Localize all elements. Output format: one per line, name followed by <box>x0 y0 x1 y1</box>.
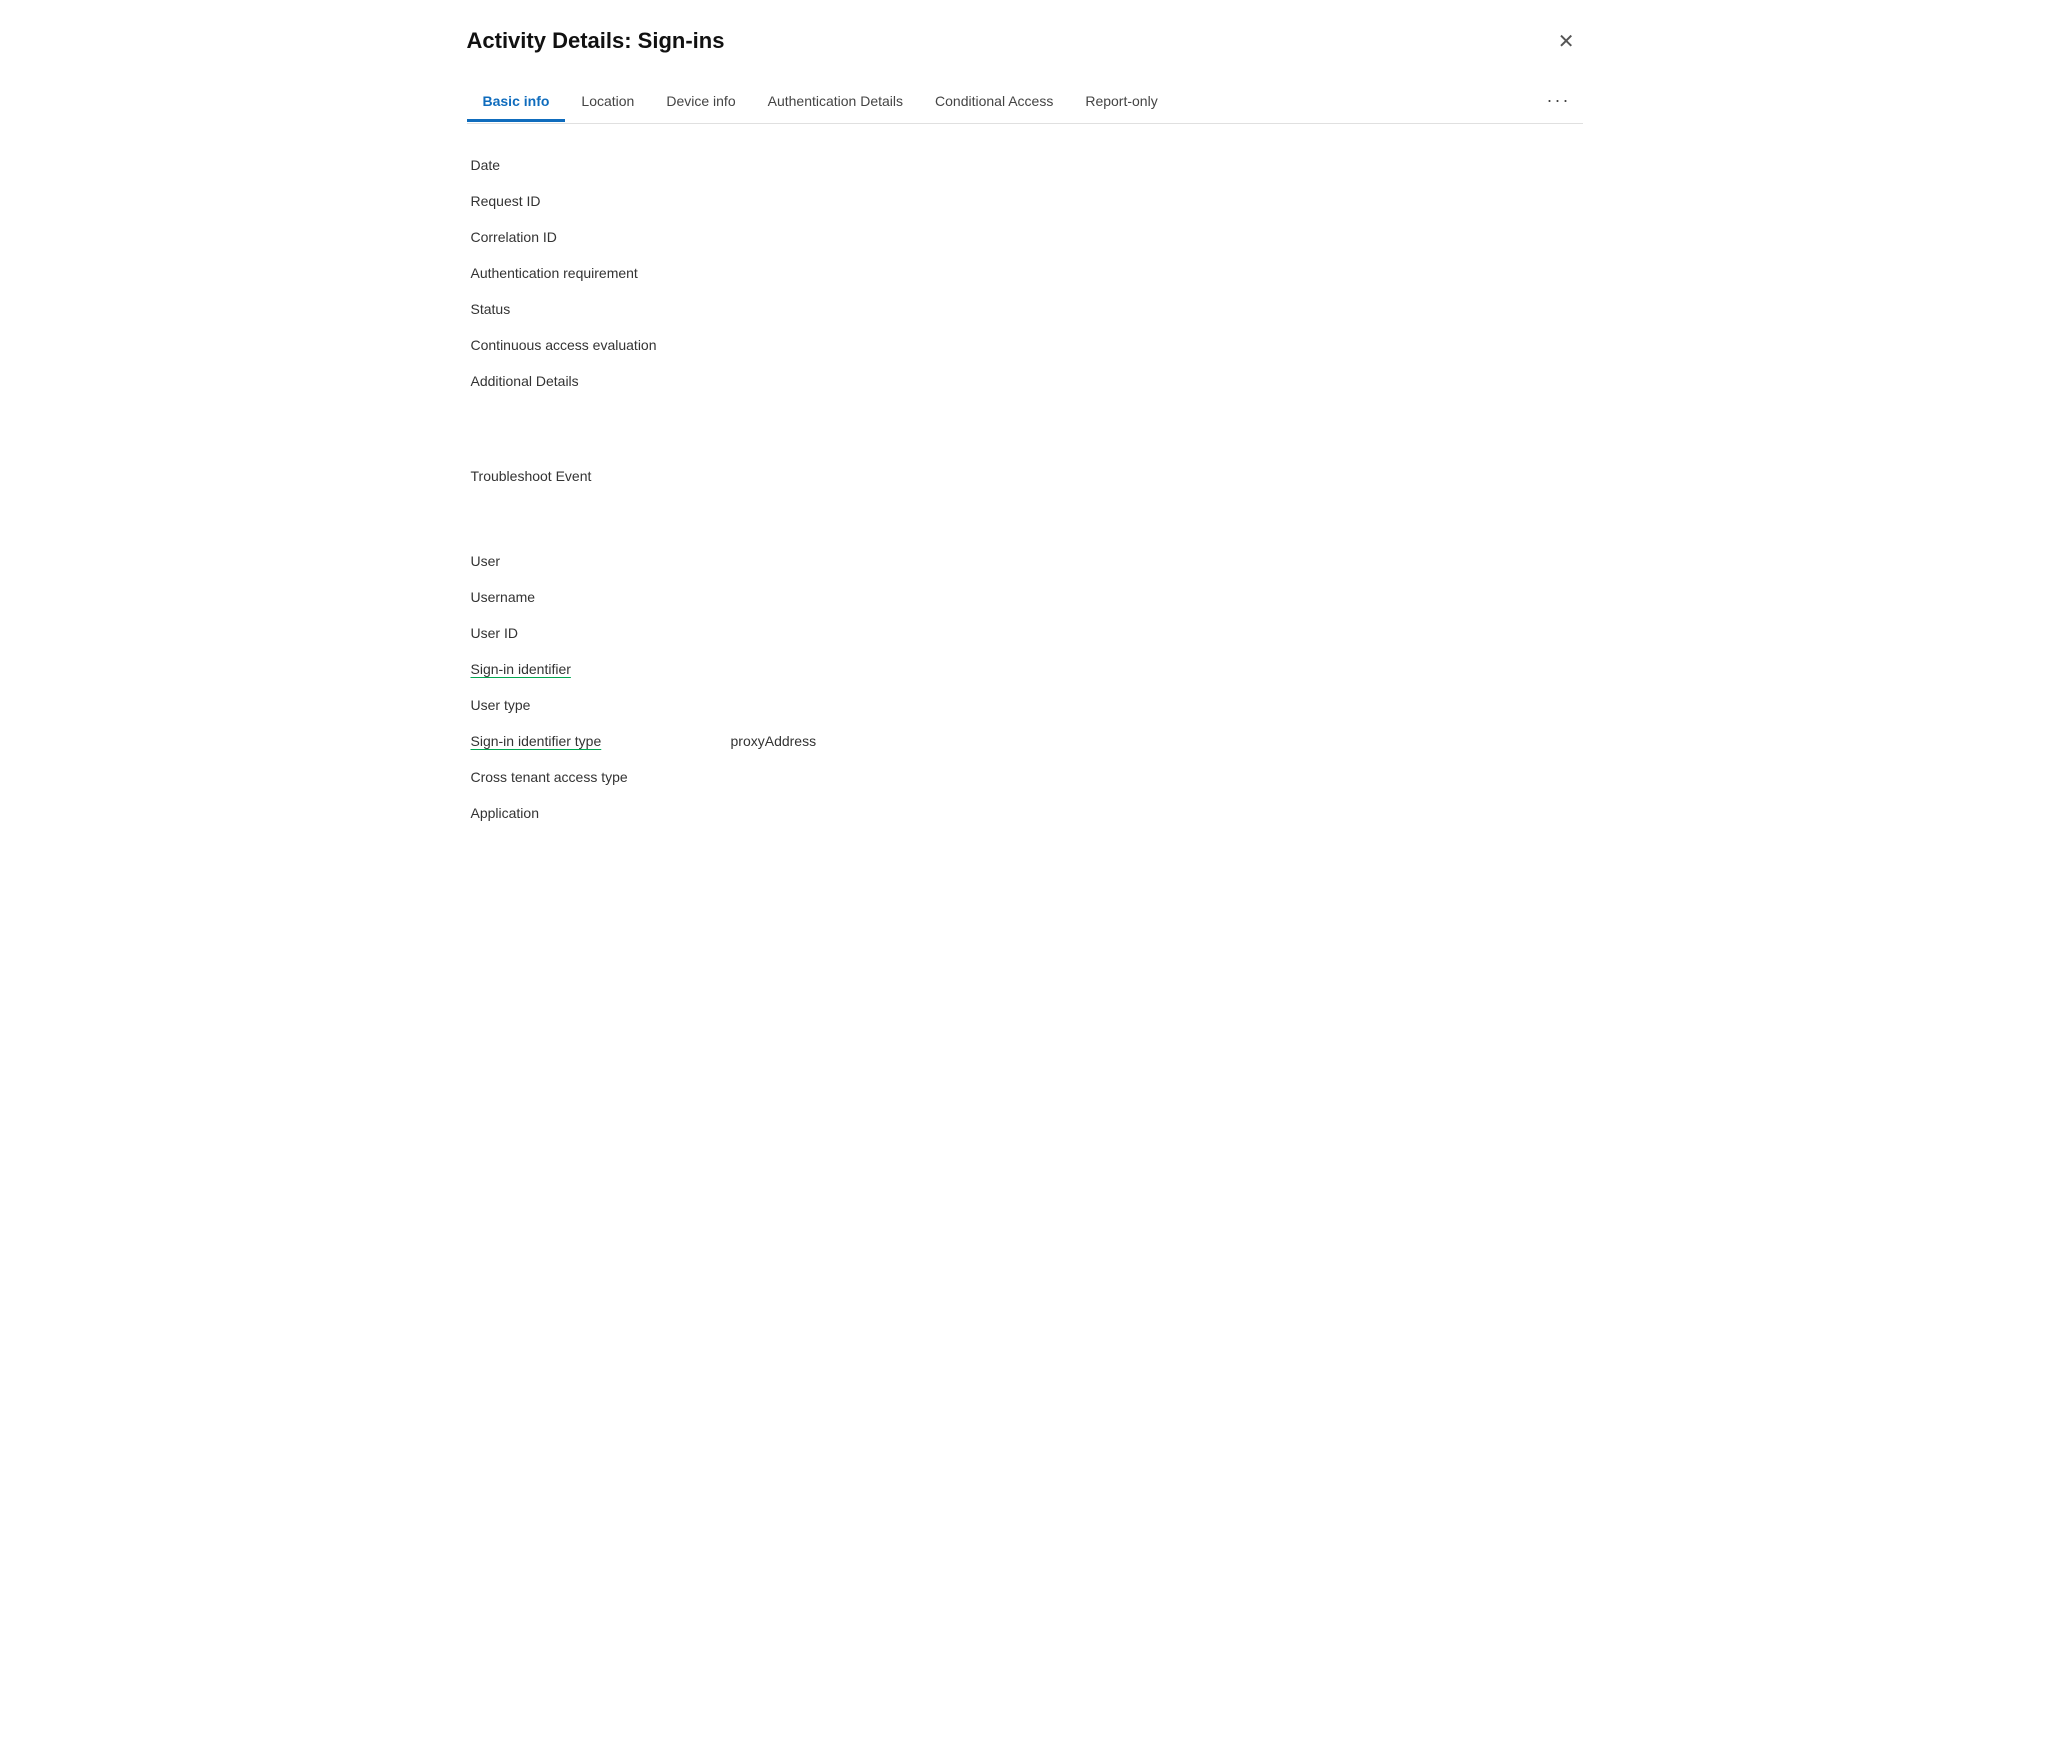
field-username: Username <box>471 580 1579 616</box>
dialog-header: Activity Details: Sign-ins ✕ <box>467 28 1583 56</box>
section-basic-fields: Date Request ID Correlation ID Authentic… <box>471 148 1579 400</box>
activity-details-dialog: Activity Details: Sign-ins ✕ Basic info … <box>435 0 1615 872</box>
field-label-auth-requirement: Authentication requirement <box>471 265 731 281</box>
field-label-signin-identifier-type: Sign-in identifier type <box>471 733 731 749</box>
gap-1 <box>471 408 1579 432</box>
tab-report-only[interactable]: Report-only <box>1069 83 1173 122</box>
tab-conditional-access[interactable]: Conditional Access <box>919 83 1069 122</box>
field-label-username: Username <box>471 589 731 605</box>
field-request-id: Request ID <box>471 184 1579 220</box>
field-date: Date <box>471 148 1579 184</box>
tab-basic-info[interactable]: Basic info <box>467 83 566 122</box>
field-user-type: User type <box>471 688 1579 724</box>
field-label-user-type: User type <box>471 697 731 713</box>
close-button[interactable]: ✕ <box>1550 28 1583 56</box>
tab-authentication-details[interactable]: Authentication Details <box>752 83 919 122</box>
field-label-cross-tenant-access-type: Cross tenant access type <box>471 769 731 785</box>
field-label-signin-identifier: Sign-in identifier <box>471 661 731 677</box>
tab-content-basic-info: Date Request ID Correlation ID Authentic… <box>467 148 1583 832</box>
field-label-user: User <box>471 553 731 569</box>
tab-device-info[interactable]: Device info <box>650 83 751 122</box>
field-label-continuous-access: Continuous access evaluation <box>471 337 731 353</box>
field-label-request-id: Request ID <box>471 193 731 209</box>
field-label-user-id: User ID <box>471 625 731 641</box>
field-continuous-access: Continuous access evaluation <box>471 328 1579 364</box>
gap-4 <box>471 520 1579 544</box>
field-signin-identifier: Sign-in identifier <box>471 652 1579 688</box>
tabs-more-button[interactable]: ··· <box>1535 80 1583 124</box>
gap-3 <box>471 496 1579 520</box>
section-user-fields: User Username User ID Sign-in identifier… <box>471 544 1579 832</box>
gap-2 <box>471 432 1579 456</box>
field-status: Status <box>471 292 1579 328</box>
field-label-correlation-id: Correlation ID <box>471 229 731 245</box>
dialog-title: Activity Details: Sign-ins <box>467 28 725 54</box>
field-correlation-id: Correlation ID <box>471 220 1579 256</box>
field-troubleshoot: Troubleshoot Event <box>471 456 1579 496</box>
field-signin-identifier-type: Sign-in identifier type proxyAddress <box>471 724 1579 760</box>
field-value-signin-identifier-type: proxyAddress <box>731 733 817 749</box>
field-additional-details: Additional Details <box>471 364 1579 400</box>
field-user-id: User ID <box>471 616 1579 652</box>
field-label-application: Application <box>471 805 731 821</box>
field-label-date: Date <box>471 157 731 173</box>
field-label-status: Status <box>471 301 731 317</box>
field-label-additional-details: Additional Details <box>471 373 731 389</box>
field-user: User <box>471 544 1579 580</box>
field-label-troubleshoot: Troubleshoot Event <box>471 468 731 484</box>
field-auth-requirement: Authentication requirement <box>471 256 1579 292</box>
field-cross-tenant-access-type: Cross tenant access type <box>471 760 1579 796</box>
tab-location[interactable]: Location <box>565 83 650 122</box>
tabs-container: Basic info Location Device info Authenti… <box>467 80 1583 124</box>
field-application: Application <box>471 796 1579 832</box>
